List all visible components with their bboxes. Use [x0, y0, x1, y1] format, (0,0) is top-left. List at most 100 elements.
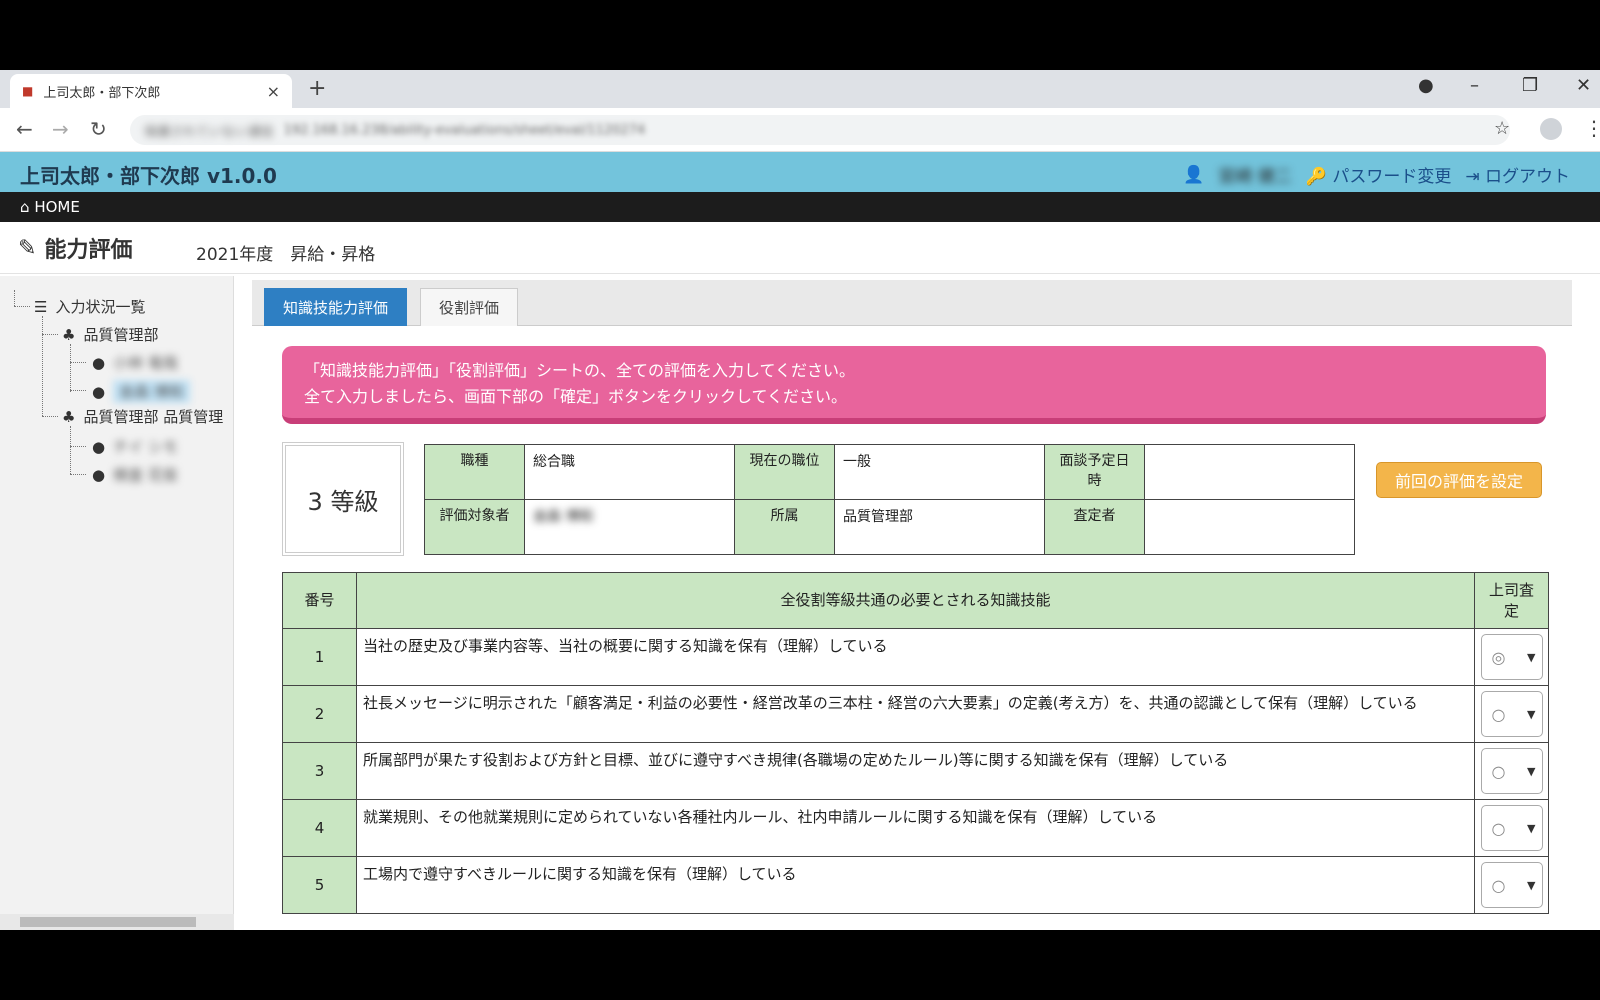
tree-member[interactable]: ● 検査 花俊	[92, 464, 178, 485]
app-title: 上司太郎・部下次郎 v1.0.0	[20, 164, 277, 188]
tree-group-2[interactable]: ♣ 品質管理部 品質管理	[62, 406, 223, 427]
row-number: 4	[282, 799, 357, 857]
eval-select-value: ○	[1491, 704, 1506, 724]
eval-select[interactable]: ○ ▼	[1480, 862, 1543, 908]
row-eval-cell: ◎ ▼	[1474, 628, 1549, 686]
page-title: ✎ 能力評価	[18, 232, 132, 264]
tree-group-1-label: 品質管理部	[83, 326, 159, 344]
app-header: 上司太郎・部下次郎 v1.0.0 👤 宮崎 健二 🔑 パスワード変更 ⇥ ログア…	[0, 152, 1600, 192]
url-text: 192.168.16.238/ability-evaluations/sheet…	[283, 122, 646, 138]
row-number: 3	[282, 742, 357, 800]
not-secure-label: 保護されていない通信	[144, 124, 274, 140]
table-row: 3 所属部門が果たす役割および方針と目標、並びに遵守すべき規律(各職場の定めたル…	[282, 742, 1549, 800]
key-icon: 🔑	[1305, 167, 1327, 187]
row-eval-cell: ○ ▼	[1474, 685, 1549, 743]
row-number: 2	[282, 685, 357, 743]
home-icon: ⌂	[20, 198, 30, 216]
app-favicon-icon: ■	[22, 84, 34, 98]
col-eval-header: 上司査定	[1474, 572, 1549, 629]
eval-select[interactable]: ○ ▼	[1480, 691, 1543, 737]
forward-icon[interactable]: →	[52, 117, 69, 141]
password-change-label: パスワード変更	[1332, 167, 1452, 187]
tree-member[interactable]: ● チイ シモ	[92, 436, 178, 457]
tree-member[interactable]: ● 小林 竜哉	[92, 352, 178, 373]
eval-select[interactable]: ○ ▼	[1480, 805, 1543, 851]
eval-select[interactable]: ◎ ▼	[1480, 634, 1543, 680]
browser-tab[interactable]: ■ 上司太郎・部下次郎 ×	[10, 74, 292, 108]
user-icon: ●	[92, 465, 106, 484]
target-value: 金森 博和	[524, 499, 735, 555]
tree-root[interactable]: ☰ 入力状況一覧	[34, 296, 145, 317]
interview-label: 面談予定日時	[1044, 444, 1145, 500]
row-eval-cell: ○ ▼	[1474, 742, 1549, 800]
logout-label: ログアウト	[1485, 167, 1570, 187]
row-skill-text: 社長メッセージに明示された「顧客満足・利益の必要性・経営改革の三本柱・経営の六大…	[356, 685, 1475, 743]
dept-value: 品質管理部	[834, 499, 1045, 555]
user-icon: ●	[92, 353, 106, 372]
sidebar-scrollbar[interactable]	[0, 914, 234, 930]
home-label: HOME	[34, 198, 80, 216]
set-previous-evaluation-button[interactable]: 前回の評価を設定	[1376, 462, 1542, 498]
org-chart-icon: ♣	[62, 407, 76, 426]
instruction-alert: 「知識技能力評価」「役割評価」シートの、全ての評価を入力してください。 全て入力…	[282, 346, 1546, 424]
job-type-value: 総合職	[524, 444, 735, 500]
chevron-down-icon: ▼	[1527, 707, 1536, 721]
address-bar[interactable]: 保護されていない通信 192.168.16.238/ability-evalua…	[130, 115, 1510, 145]
close-tab-icon[interactable]: ×	[267, 82, 280, 101]
scrollbar-thumb[interactable]	[20, 917, 196, 927]
tree-member-name: 検査 花俊	[113, 466, 178, 484]
back-icon[interactable]: ←	[16, 117, 33, 141]
page-heading: ✎ 能力評価 2021年度 昇給・昇格	[0, 222, 1600, 274]
interview-value	[1144, 444, 1355, 500]
target-name: 金森 博和	[533, 509, 594, 525]
user-icon: 👤	[1183, 164, 1205, 185]
profile-avatar-icon[interactable]	[1540, 118, 1562, 140]
restore-window-icon[interactable]: ❐	[1522, 75, 1538, 96]
table-row: 5 工場内で遵守すべきルールに関する知識を保有（理解）している ○ ▼	[282, 856, 1549, 914]
browser-menu-icon[interactable]: ⋮	[1584, 116, 1600, 140]
eval-select-value: ◎	[1491, 647, 1506, 667]
job-type-label: 職種	[424, 444, 525, 500]
row-eval-cell: ○ ▼	[1474, 799, 1549, 857]
row-skill-text: 当社の歴史及び事業内容等、当社の概要に関する知識を保有（理解）している	[356, 628, 1475, 686]
chevron-down-icon: ▼	[1527, 878, 1536, 892]
home-link[interactable]: ⌂ HOME	[20, 198, 80, 216]
new-tab-button[interactable]: +	[308, 76, 326, 101]
skills-header-row: 番号 全役割等級共通の必要とされる知識技能 上司査定	[282, 572, 1549, 629]
user-name: 宮崎 健二	[1218, 167, 1292, 187]
media-control-icon[interactable]: ●	[1418, 75, 1434, 96]
password-change-link[interactable]: 🔑 パスワード変更	[1306, 162, 1452, 187]
tab-knowledge-skill[interactable]: 知識技能力評価	[264, 288, 408, 326]
alert-line-2: 全て入力しましたら、画面下部の「確定」ボタンをクリックしてください。	[304, 387, 848, 406]
logout-link[interactable]: ⇥ ログアウト	[1465, 162, 1570, 187]
assessor-label: 査定者	[1044, 499, 1145, 555]
chevron-down-icon: ▼	[1527, 650, 1536, 664]
tree-member-name: 金森 博和	[113, 380, 190, 403]
reload-icon[interactable]: ↻	[90, 117, 107, 141]
user-icon: ●	[92, 437, 106, 456]
header-actions: 👤 宮崎 健二 🔑 パスワード変更 ⇥ ログアウト	[1183, 162, 1570, 188]
dept-label: 所属	[734, 499, 835, 555]
col-skill-header: 全役割等級共通の必要とされる知識技能	[356, 572, 1475, 629]
bookmark-star-icon[interactable]: ☆	[1494, 118, 1510, 139]
eval-select[interactable]: ○ ▼	[1480, 748, 1543, 794]
tree-root-label: 入力状況一覧	[55, 298, 146, 316]
row-eval-cell: ○ ▼	[1474, 856, 1549, 914]
tree-group-1[interactable]: ♣ 品質管理部	[62, 324, 158, 345]
tab-role-evaluation[interactable]: 役割評価	[420, 288, 519, 326]
position-label: 現在の職位	[734, 444, 835, 500]
edit-icon: ✎	[18, 235, 37, 261]
page-title-text: 能力評価	[44, 238, 133, 263]
page-subtitle: 2021年度 昇給・昇格	[196, 245, 376, 265]
chevron-down-icon: ▼	[1527, 764, 1536, 778]
list-icon: ☰	[34, 297, 48, 316]
tree-member-selected[interactable]: ● 金森 博和	[92, 380, 190, 403]
position-value: 一般	[834, 444, 1045, 500]
minimize-icon[interactable]: –	[1470, 75, 1479, 96]
target-label: 評価対象者	[424, 499, 525, 555]
table-row: 1 当社の歴史及び事業内容等、当社の概要に関する知識を保有（理解）している ◎ ▼	[282, 628, 1549, 686]
skills-table: 番号 全役割等級共通の必要とされる知識技能 上司査定 1 当社の歴史及び事業内容…	[282, 572, 1549, 914]
tree-group-2-label: 品質管理部 品質管理	[83, 408, 224, 426]
close-window-icon[interactable]: ✕	[1576, 75, 1591, 96]
table-row: 4 就業規則、その他就業規則に定められていない各種社内ルール、社内申請ルールに関…	[282, 799, 1549, 857]
